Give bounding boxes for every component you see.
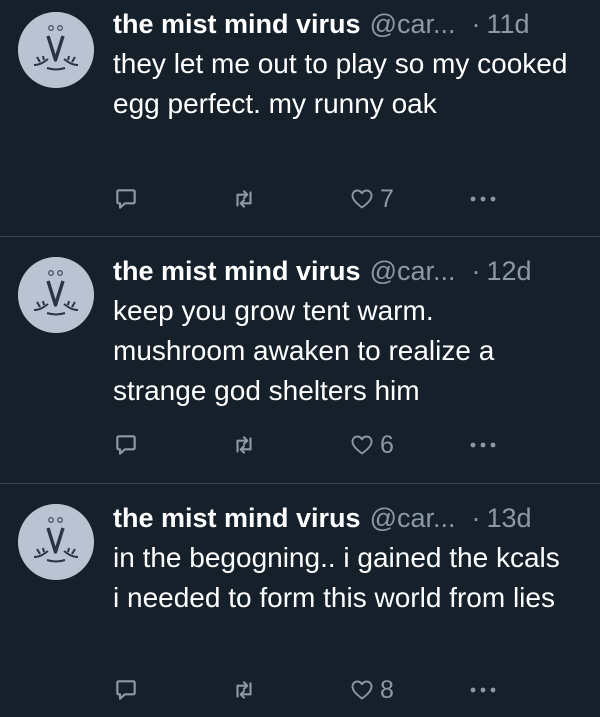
heart-icon (351, 435, 373, 455)
tweet-text: keep you grow tent warm. mushroom awaken… (113, 295, 495, 406)
header-separator: · (471, 256, 481, 286)
header-separator: · (471, 503, 481, 533)
retweet-button[interactable] (231, 430, 257, 460)
more-icon (470, 442, 496, 448)
reply-button[interactable] (113, 675, 139, 705)
author-name[interactable]: the mist mind virus (113, 251, 361, 291)
avatar-image (18, 257, 94, 333)
tweet-header: the mist mind virus @car... · 11d (113, 4, 580, 44)
more-button[interactable] (469, 675, 497, 705)
avatar[interactable] (18, 257, 94, 333)
heart-icon (351, 189, 373, 209)
timeline-feed: the mist mind virus @car... · 11d they l… (0, 0, 600, 717)
more-icon (470, 196, 496, 202)
tweet-text: they let me out to play so my cooked egg… (113, 48, 568, 119)
more-button[interactable] (469, 184, 497, 214)
author-handle[interactable]: @car... (370, 4, 456, 44)
author-handle[interactable]: @car... (370, 498, 456, 538)
avatar[interactable] (18, 12, 94, 88)
like-button[interactable]: 6 (350, 430, 394, 460)
reply-icon (116, 435, 136, 455)
like-button[interactable]: 7 (350, 184, 394, 214)
avatar-image (18, 12, 94, 88)
tweet-actions: 6 (113, 430, 513, 460)
tweet-timestamp[interactable]: 13d (487, 498, 532, 538)
tweet-actions: 7 (113, 184, 513, 214)
author-name[interactable]: the mist mind virus (113, 498, 361, 538)
author-handle[interactable]: @car... (370, 251, 456, 291)
reply-icon (116, 189, 136, 209)
reply-button[interactable] (113, 430, 139, 460)
tweet-header: the mist mind virus @car... · 13d (113, 498, 580, 538)
tweet[interactable]: the mist mind virus @car... · 11d they l… (0, 0, 600, 237)
author-name[interactable]: the mist mind virus (113, 4, 361, 44)
header-separator: · (471, 9, 481, 39)
tweet[interactable]: the mist mind virus @car... · 13d in the… (0, 484, 600, 717)
like-count: 7 (380, 185, 394, 213)
heart-icon (351, 680, 373, 700)
like-count: 8 (380, 676, 394, 704)
tweet[interactable]: the mist mind virus @car... · 12d keep y… (0, 237, 600, 484)
reply-icon (116, 680, 136, 700)
more-button[interactable] (469, 430, 497, 460)
retweet-button[interactable] (231, 184, 257, 214)
avatar-image (18, 504, 94, 580)
retweet-icon (236, 190, 252, 208)
tweet-header: the mist mind virus @car... · 12d (113, 251, 580, 291)
reply-button[interactable] (113, 184, 139, 214)
retweet-button[interactable] (231, 675, 257, 705)
like-count: 6 (380, 431, 394, 459)
tweet-timestamp[interactable]: 12d (487, 251, 532, 291)
avatar[interactable] (18, 504, 94, 580)
retweet-icon (236, 436, 252, 454)
tweet-timestamp[interactable]: 11d (487, 4, 530, 44)
more-icon (470, 687, 496, 693)
retweet-icon (236, 681, 252, 699)
tweet-text: in the begogning.. i gained the kcals i … (113, 542, 560, 613)
tweet-actions: 8 (113, 675, 513, 705)
like-button[interactable]: 8 (350, 675, 394, 705)
